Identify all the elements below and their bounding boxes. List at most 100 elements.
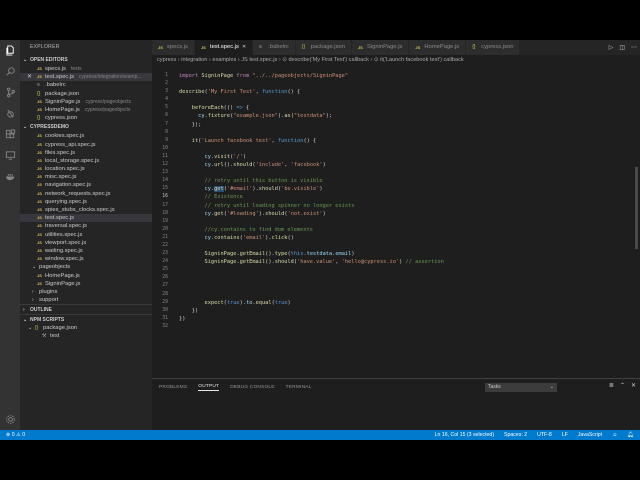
code-line[interactable] (179, 218, 629, 226)
code-line[interactable] (179, 291, 629, 299)
code-line[interactable]: SigninPage.getEmail().should('have.value… (179, 258, 629, 266)
panel-tab[interactable]: PROBLEMS (159, 385, 187, 391)
language-mode-status[interactable]: JavaScript (578, 430, 602, 440)
panel-tab[interactable]: DEBUG CONSOLE (230, 385, 274, 391)
code-line[interactable] (179, 323, 629, 331)
file-tree-item[interactable]: JS querying.spec.js (20, 198, 152, 206)
split-editor-icon[interactable]: ◫ (619, 44, 625, 51)
indentation-status[interactable]: Spaces: 2 (504, 430, 527, 440)
npm-scripts-header[interactable]: ⌄ NPM SCRIPTS (20, 314, 152, 324)
editor-tab[interactable]: JS HomePage.js (409, 40, 467, 55)
explorer-files-icon[interactable] (3, 43, 17, 57)
code-line[interactable]: cy.get('#email').should('be.visible') (179, 185, 629, 193)
code-line[interactable] (179, 282, 629, 290)
code-line[interactable]: cy.contains('email').click() (179, 234, 629, 242)
maximize-panel-icon[interactable]: ⌃ (620, 382, 625, 389)
clear-output-icon[interactable]: ≣ (609, 382, 614, 389)
open-editor-item[interactable]: {} cypress.json (20, 114, 152, 122)
file-tree-item[interactable]: JS network_requests.spec.js (20, 190, 152, 198)
outline-header[interactable]: › OUTLINE (20, 304, 152, 314)
close-icon[interactable]: ✕ (242, 40, 246, 55)
folder-pageobjects[interactable]: ⌄ pageobjects (20, 263, 152, 271)
file-tree-item[interactable]: JS SigninPage.js (20, 280, 152, 288)
file-tree-item[interactable]: JS spies_stubs_clocks.spec.js (20, 206, 152, 214)
code-line[interactable]: cy.fixture("example.json").as("testdata"… (179, 112, 629, 120)
open-editors-header[interactable]: ⌄ OPEN EDITORS (20, 55, 152, 65)
folder-plugins[interactable]: › plugins (20, 288, 152, 296)
code-line[interactable] (179, 169, 629, 177)
eol-status[interactable]: LF (562, 430, 568, 440)
editor-tab[interactable]: JS SigninPage.js (351, 40, 410, 55)
code-line[interactable] (179, 242, 629, 250)
scrollbar-thumb[interactable] (635, 167, 638, 249)
code-line[interactable]: }) (179, 307, 629, 315)
code-line[interactable] (179, 274, 629, 282)
file-tree-item[interactable]: JS files.spec.js (20, 149, 152, 157)
file-tree-item[interactable]: JS waiting.spec.js (20, 247, 152, 255)
docker-icon[interactable] (3, 169, 17, 183)
file-tree-item[interactable]: JS misc.spec.js (20, 173, 152, 181)
debug-icon[interactable] (3, 106, 17, 120)
file-tree-item[interactable]: JS utilities.spec.js (20, 231, 152, 239)
code-line[interactable] (179, 129, 629, 137)
code-line[interactable] (179, 145, 629, 153)
code-line[interactable]: // Existence (179, 193, 629, 201)
code-line[interactable]: // retry until this button is visible (179, 177, 629, 185)
project-header[interactable]: ⌄ CYPRESSDEMO (20, 122, 152, 132)
breadcrumb[interactable]: cypress › integration › examples › JS te… (152, 55, 640, 66)
output-channel-select[interactable]: Tasks ⌄ (485, 383, 557, 392)
file-tree-item[interactable]: JS traversal.spec.js (20, 222, 152, 230)
file-tree-item[interactable]: JS local_storage.spec.js (20, 157, 152, 165)
code-line[interactable]: expect(true).to.equal(true) (179, 299, 629, 307)
code-text[interactable]: import SigninPage from "../../pageobject… (179, 72, 629, 331)
code-line[interactable]: beforeEach(() => { (179, 104, 629, 112)
more-actions-icon[interactable]: ⋯ (631, 44, 637, 51)
file-tree-item[interactable]: JS test.spec.js (20, 214, 152, 223)
panel-tab[interactable]: TERMINAL (286, 385, 312, 391)
code-line[interactable] (179, 96, 629, 104)
editor-tab[interactable]: JS specs.js (152, 40, 195, 55)
cursor-position-status[interactable]: Ln 16, Col 15 (3 selected) (435, 430, 494, 440)
run-icon[interactable]: ▷ (609, 44, 614, 51)
code-line[interactable]: it('Launch facebook test', function() { (179, 137, 629, 145)
source-control-icon[interactable] (3, 85, 17, 99)
code-line[interactable]: // retry until loading spinner no longer… (179, 202, 629, 210)
panel-tab[interactable]: OUTPUT (198, 384, 220, 391)
file-tree-item[interactable]: JS window.spec.js (20, 255, 152, 263)
open-editor-item[interactable]: JS SigninPage.js cypress/pageobjects (20, 98, 152, 106)
code-line[interactable]: cy.visit('/') (179, 153, 629, 161)
file-tree-item[interactable]: JS cookies.spec.js (20, 132, 152, 140)
file-tree-item[interactable]: JS navigation.spec.js (20, 181, 152, 189)
code-line[interactable]: }) (179, 315, 629, 323)
code-line[interactable]: //cy.contains to find dom elements (179, 226, 629, 234)
npm-script-item[interactable]: ⚒ test (20, 332, 152, 340)
problems-status[interactable]: ⊗ 0 ⚠ 0 (6, 430, 25, 440)
editor-scrollbar[interactable] (631, 67, 640, 372)
notifications-bell-icon[interactable]: 🔔︎ (627, 430, 634, 440)
extensions-icon[interactable] (3, 127, 17, 141)
editor-tab[interactable]: {} cypress.json (466, 40, 521, 55)
code-line[interactable]: cy.url().should('include', 'facebook') (179, 161, 629, 169)
open-editor-item[interactable]: ≡ .babelrc (20, 81, 152, 89)
remote-explorer-icon[interactable] (3, 148, 17, 162)
code-line[interactable] (179, 266, 629, 274)
encoding-status[interactable]: UTF-8 (537, 430, 552, 440)
search-icon[interactable] (3, 64, 17, 78)
file-tree-item[interactable]: JS viewport.spec.js (20, 239, 152, 247)
folder-support[interactable]: › support (20, 296, 152, 304)
open-editor-item[interactable]: JS HomePage.js cypress/pageobjects (20, 106, 152, 114)
settings-gear-icon[interactable] (3, 412, 17, 426)
code-editor[interactable]: 1 2 3 4 5 6 7 8 9 10 11 12 13 14 15 16 17 18 19 20 21 22 23 24 2… (152, 67, 640, 372)
code-line[interactable]: import SigninPage from "../../pageobject… (179, 72, 629, 80)
file-tree-item[interactable]: JS cypress_api.spec.js (20, 141, 152, 149)
file-tree-item[interactable]: JS HomePage.js (20, 272, 152, 280)
code-line[interactable]: cy.get('#loading').should('not.exist') (179, 210, 629, 218)
npm-package-item[interactable]: ⌄ {} package.json (20, 324, 152, 332)
feedback-icon[interactable]: ☺ (612, 430, 617, 440)
close-panel-icon[interactable]: ✕ (631, 382, 636, 389)
open-editor-item[interactable]: ✕ JS test.spec.js cypress/integration/examp… (20, 73, 152, 82)
open-editor-item[interactable]: JS specs.js tests (20, 65, 152, 73)
code-line[interactable]: describe('My First Test', function() { (179, 88, 629, 96)
editor-tab[interactable]: JS test.spec.js ✕ (194, 40, 254, 55)
code-line[interactable]: SigninPage.getEmail().type(this.testdata… (179, 250, 629, 258)
